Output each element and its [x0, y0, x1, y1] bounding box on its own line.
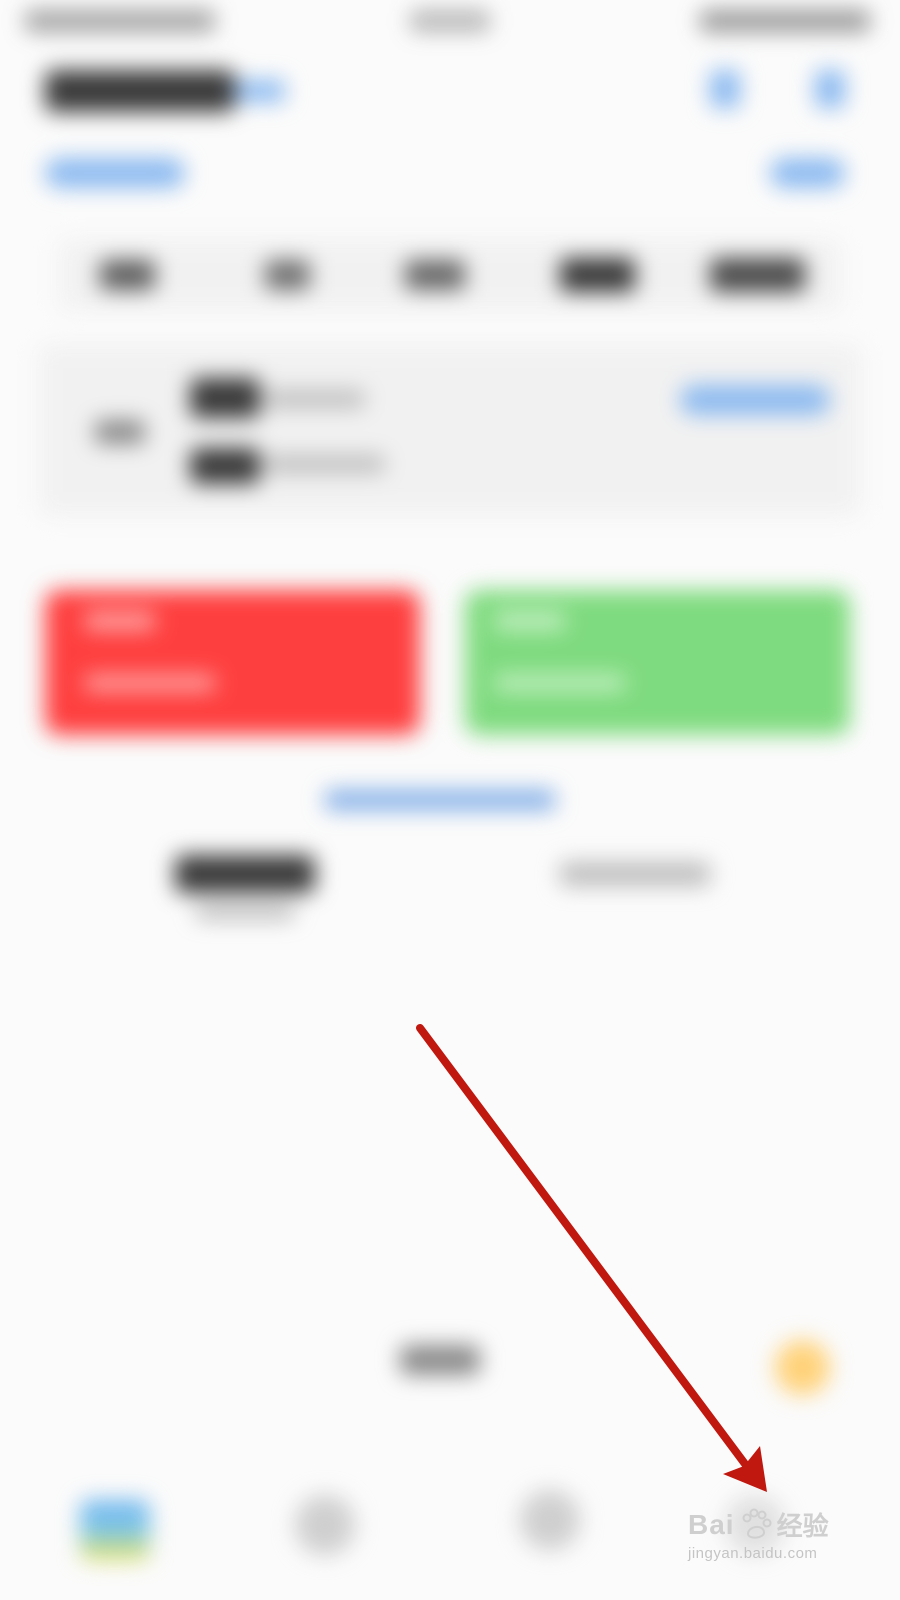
annotation-overlay: Bai 经验 jingyan.baidu.com [0, 0, 900, 1600]
baidu-jingyan-watermark: Bai 经验 jingyan.baidu.com [688, 1506, 858, 1578]
paw-icon [742, 1508, 772, 1539]
watermark-brand-prefix: Bai [688, 1508, 735, 1540]
watermark-brand-suffix: 经验 [776, 1512, 829, 1542]
phone-screen: Bai 经验 jingyan.baidu.com [0, 0, 900, 1600]
watermark-url: jingyan.baidu.com [688, 1545, 818, 1562]
arrow-down-right-icon [416, 1024, 767, 1492]
watermark-logo: Bai 经验 [688, 1506, 858, 1543]
